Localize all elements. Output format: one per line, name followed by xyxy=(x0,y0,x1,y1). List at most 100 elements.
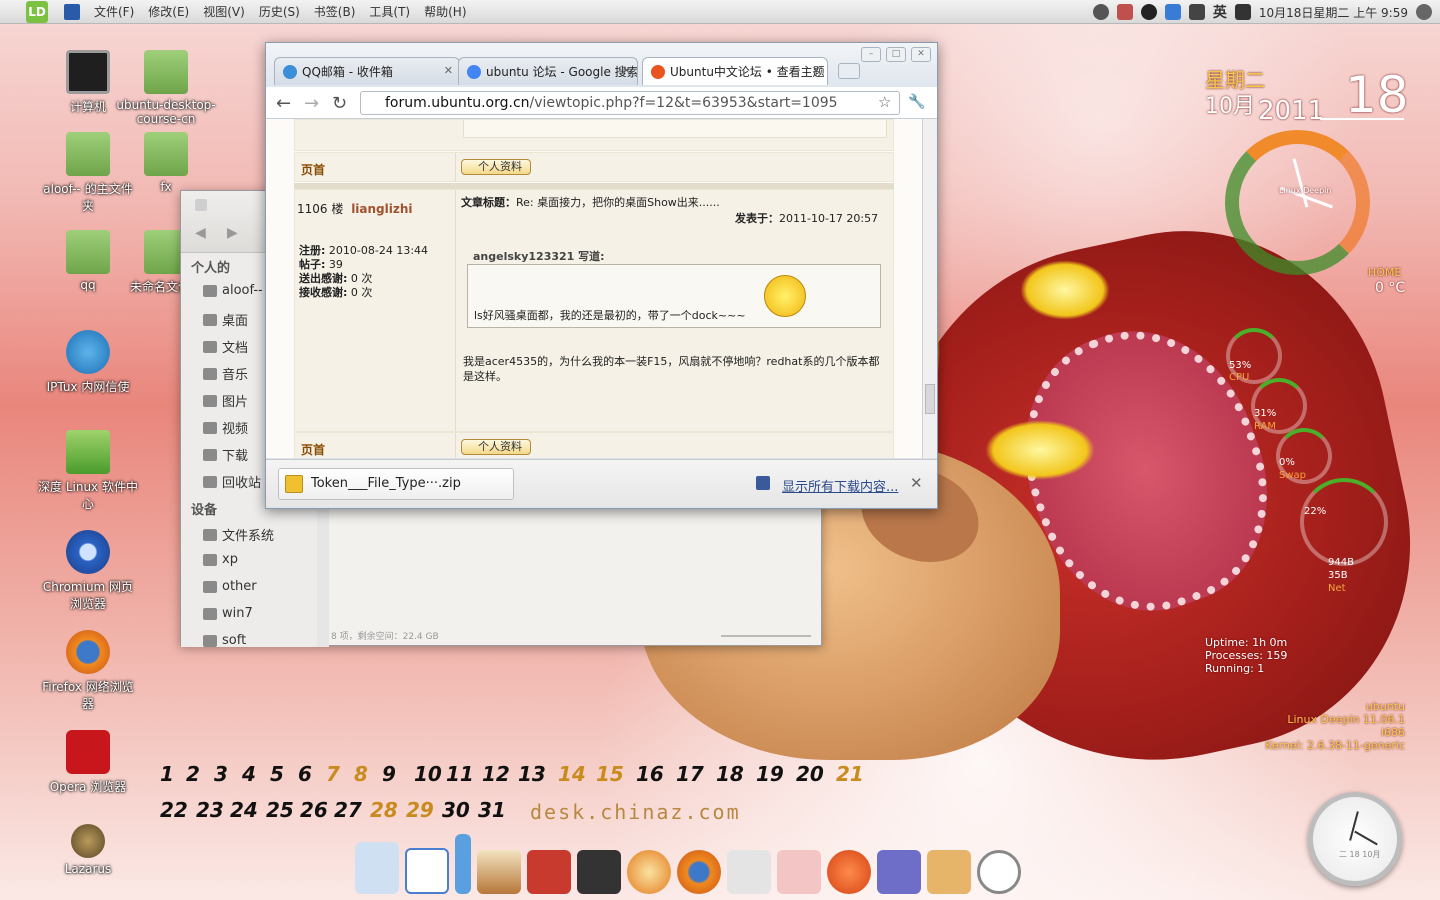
refresh-icon[interactable] xyxy=(1416,4,1432,20)
system-monitor-icon[interactable] xyxy=(877,850,921,894)
menu-view[interactable]: 视图(V) xyxy=(203,3,245,20)
address-bar[interactable]: forum.ubuntu.org.cn/viewtopic.php?f=12&t… xyxy=(360,91,900,115)
new-tab-button[interactable] xyxy=(838,63,860,79)
close-icon[interactable] xyxy=(195,199,207,211)
deepin-menu-button[interactable]: LD xyxy=(26,0,48,23)
ime-indicator[interactable]: 英 xyxy=(1213,2,1227,22)
sidebar-item-win7[interactable]: win7 xyxy=(203,606,253,621)
page-scrollbar[interactable] xyxy=(922,119,937,458)
profile-button[interactable]: 个人资料 xyxy=(461,159,531,175)
sidebar-item-pictures[interactable]: 图片 xyxy=(203,391,248,410)
home-icon[interactable] xyxy=(477,850,521,894)
bookmark-star-icon[interactable]: ☆ xyxy=(878,93,891,111)
calculator-icon[interactable] xyxy=(727,850,771,894)
chromium-icon xyxy=(66,530,110,574)
profile-button[interactable]: 个人资料 xyxy=(461,439,531,455)
qq-icon[interactable] xyxy=(1140,4,1157,20)
zip-file-icon xyxy=(285,475,303,493)
download-item[interactable]: Token___File_Type···.zip xyxy=(278,468,514,500)
calendar-day: 7 xyxy=(326,762,340,786)
pen-icon[interactable] xyxy=(1234,4,1251,20)
calendar-day: 23 xyxy=(196,798,224,822)
panel-clock[interactable]: 10月18日星期二 上午 9:59 xyxy=(1259,4,1408,21)
desktop-icon-chromium[interactable]: Chromium 网页浏览器 xyxy=(38,530,138,612)
sidebar-item-xp[interactable]: xp xyxy=(203,552,238,567)
sidebar-item-other[interactable]: other xyxy=(203,579,257,594)
desktop-icon-lazarus[interactable]: Lazarus xyxy=(38,824,138,876)
post-author[interactable]: lianglizhi xyxy=(351,202,412,216)
minimize-button[interactable]: – xyxy=(861,47,881,62)
forward-icon[interactable]: ▶ xyxy=(227,225,238,241)
calendar-day: 31 xyxy=(478,798,506,822)
reload-button[interactable]: ↻ xyxy=(332,93,347,114)
desktop-icon-software-center[interactable]: 深度 Linux 软件中心 xyxy=(38,430,138,512)
menu-edit[interactable]: 修改(E) xyxy=(148,3,189,20)
posted-label: 发表于： xyxy=(735,212,779,225)
tab-close-icon[interactable]: ✕ xyxy=(622,64,631,77)
ime-icon[interactable] xyxy=(1164,4,1181,20)
tab-google-search[interactable]: ubuntu 论坛 - Google 搜索 ✕ xyxy=(458,57,638,85)
terminal-icon[interactable] xyxy=(577,850,621,894)
photos-icon[interactable] xyxy=(777,850,821,894)
posted-value: 2011-10-17 20:57 xyxy=(779,212,879,225)
conky-os-info: ubuntu Linux Deepin 11.06.1 i686 Kernel:… xyxy=(1260,700,1405,752)
active-app-icon[interactable] xyxy=(64,3,80,20)
tab-close-icon[interactable]: ✕ xyxy=(444,64,453,77)
desktop-icon-fx[interactable]: fx xyxy=(116,132,216,194)
firefox-dock-icon[interactable] xyxy=(677,850,721,894)
menu-history[interactable]: 历史(S) xyxy=(259,3,300,20)
hostname: ubuntu xyxy=(1365,700,1405,713)
net-label: Net xyxy=(1328,583,1346,594)
back-to-top-link[interactable]: 页首 xyxy=(301,161,325,178)
desktop-icon-opera[interactable]: Opera 浏览器 xyxy=(38,730,138,795)
menu-file[interactable]: 文件(F) xyxy=(94,3,134,20)
ram-value: 31% xyxy=(1254,408,1277,419)
tab-close-icon[interactable]: ✕ xyxy=(812,64,821,77)
sidebar-item-downloads[interactable]: 下载 xyxy=(203,445,248,464)
flower-icon[interactable] xyxy=(1116,4,1133,20)
back-icon[interactable]: ◀ xyxy=(195,225,206,241)
back-to-top-link[interactable]: 页首 xyxy=(301,441,325,458)
archive-icon[interactable] xyxy=(927,850,971,894)
forward-button[interactable]: → xyxy=(304,93,319,114)
sidebar-item-music[interactable]: 音乐 xyxy=(203,364,248,383)
google-favicon xyxy=(467,64,481,79)
opera-icon xyxy=(66,730,110,774)
sidebar-item-label: xp xyxy=(222,552,238,567)
desktop-icon-iptux[interactable]: IPTux 内网信使 xyxy=(38,330,138,395)
sidebar-header-personal: 个人的 xyxy=(191,261,231,276)
menu-tools[interactable]: 工具(T) xyxy=(369,3,410,20)
tools-icon[interactable] xyxy=(527,850,571,894)
power-icon[interactable] xyxy=(977,850,1021,894)
menu-help[interactable]: 帮助(H) xyxy=(424,3,466,20)
tab-qq-mail[interactable]: QQ邮箱 - 收件箱 ✕ xyxy=(274,57,460,85)
upload-icon[interactable] xyxy=(1188,4,1205,20)
close-window-button[interactable]: ✕ xyxy=(911,47,931,62)
sidebar-item-filesystem[interactable]: 文件系统 xyxy=(203,525,274,544)
wrench-icon[interactable]: 🔧 xyxy=(908,94,926,112)
sidebar-item-videos[interactable]: 视频 xyxy=(203,418,248,437)
zoom-slider[interactable] xyxy=(721,635,811,637)
desktop-icon-course[interactable]: ubuntu-desktop-course-cn xyxy=(116,50,216,126)
sound-icon[interactable] xyxy=(1092,4,1109,20)
sidebar-item-trash[interactable]: 回收站 xyxy=(203,472,261,491)
sidebar-item-home[interactable]: aloof-- xyxy=(203,283,263,298)
maximize-button[interactable]: □ xyxy=(886,47,906,62)
show-all-downloads-link[interactable]: 显示所有下载内容... xyxy=(782,476,898,495)
scrollbar-thumb[interactable] xyxy=(925,384,935,414)
post-date: 发表于：2011-10-17 20:57 xyxy=(735,210,878,226)
sidebar-item-soft[interactable]: soft xyxy=(203,633,246,648)
ubuntu-icon[interactable] xyxy=(827,850,871,894)
desktop-icon-firefox[interactable]: Firefox 网络浏览器 xyxy=(38,630,138,712)
dock-active-window[interactable] xyxy=(405,848,449,894)
burner-icon[interactable] xyxy=(627,850,671,894)
dock-qq-window[interactable] xyxy=(355,842,399,894)
sidebar-item-label: 文件系统 xyxy=(222,529,275,544)
close-download-shelf-icon[interactable]: ✕ xyxy=(910,474,923,492)
sidebar-item-documents[interactable]: 文档 xyxy=(203,337,248,356)
back-button[interactable]: ← xyxy=(276,93,291,114)
menu-bookmarks[interactable]: 书签(B) xyxy=(314,3,356,20)
tab-ubuntu-forum[interactable]: Ubuntu中文论坛 • 查看主题 ✕ xyxy=(642,57,828,85)
url-path: /viewtopic.php?f=12&t=63953&start=1095 xyxy=(529,95,838,111)
sidebar-item-desktop[interactable]: 桌面 xyxy=(203,310,248,329)
